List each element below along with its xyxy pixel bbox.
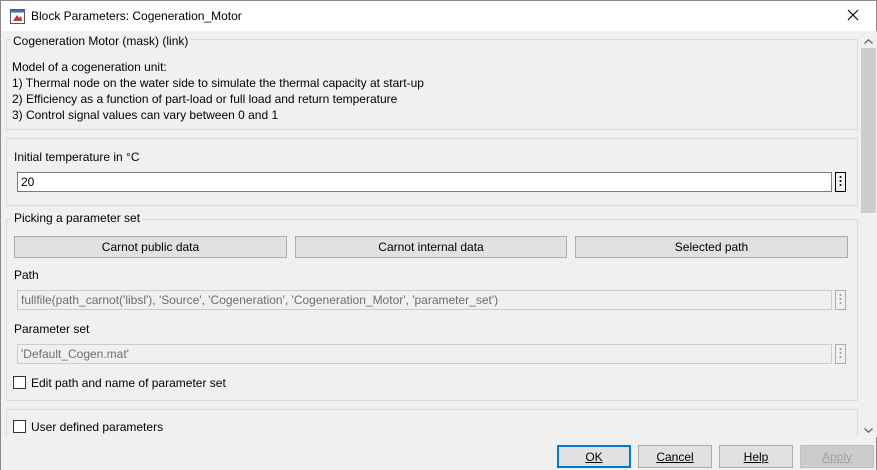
close-icon [847,9,859,24]
carnot-public-data-button[interactable]: Carnot public data [14,236,287,258]
path-menu-button [835,290,846,310]
scroll-up-button[interactable] [860,31,877,48]
carnot-internal-data-button[interactable]: Carnot internal data [295,236,567,258]
cancel-button-label: Cancel [656,449,694,464]
title-bar: Block Parameters: Cogeneration_Motor [1,1,876,31]
path-input: fullfile(path_carnot('libsl'), 'Source',… [17,290,832,310]
block-parameters-icon [10,9,25,24]
ok-button-label: OK [585,449,603,464]
block-parameters-dialog: Block Parameters: Cogeneration_Motor Cog… [0,0,877,470]
path-label: Path [14,268,39,282]
initial-temperature-label: Initial temperature in °C [14,150,140,164]
chevron-down-icon [864,422,873,436]
description-line: 3) Control signal values can vary betwee… [12,108,279,122]
picking-group-title: Picking a parameter set [12,211,143,225]
initial-temperature-input[interactable]: 20 [17,172,832,192]
description-line: Model of a cogeneration unit: [12,60,167,74]
cancel-button[interactable]: Cancel [638,445,712,468]
scroll-down-button[interactable] [860,420,877,437]
description-line: 1) Thermal node on the water side to sim… [12,76,424,90]
parameter-set-input: 'Default_Cogen.mat' [17,344,832,364]
help-button-label: Help [743,449,769,464]
window-title: Block Parameters: Cogeneration_Motor [31,9,242,23]
apply-button: Apply [800,445,874,468]
parameter-set-menu-button [835,344,846,364]
ok-button[interactable]: OK [557,445,631,468]
ellipsis-vertical-icon [839,293,842,308]
selected-path-button[interactable]: Selected path [575,236,848,258]
vertical-scrollbar[interactable] [860,31,877,437]
dialog-button-bar: OK Cancel Help Apply [1,437,876,470]
description-group-title: Cogeneration Motor (mask) (link) [11,34,191,48]
initial-temperature-menu-button[interactable] [835,172,846,192]
scrollbar-thumb[interactable] [861,48,876,213]
ellipsis-vertical-icon [839,175,842,190]
description-line: 2) Efficiency as a function of part-load… [12,92,398,106]
chevron-up-icon [864,33,873,47]
close-button[interactable] [830,1,876,31]
ellipsis-vertical-icon [839,347,842,362]
parameter-set-label: Parameter set [14,322,90,336]
parameters-scroll-area[interactable]: Cogeneration Motor (mask) (link) Model o… [1,31,860,437]
user-defined-parameters-label[interactable]: User defined parameters [31,420,163,434]
user-defined-parameters-checkbox[interactable] [13,420,26,433]
edit-path-checkbox[interactable] [13,376,26,389]
edit-path-checkbox-label[interactable]: Edit path and name of parameter set [31,376,226,390]
help-button[interactable]: Help [719,445,793,468]
apply-button-label: Apply [821,449,853,464]
